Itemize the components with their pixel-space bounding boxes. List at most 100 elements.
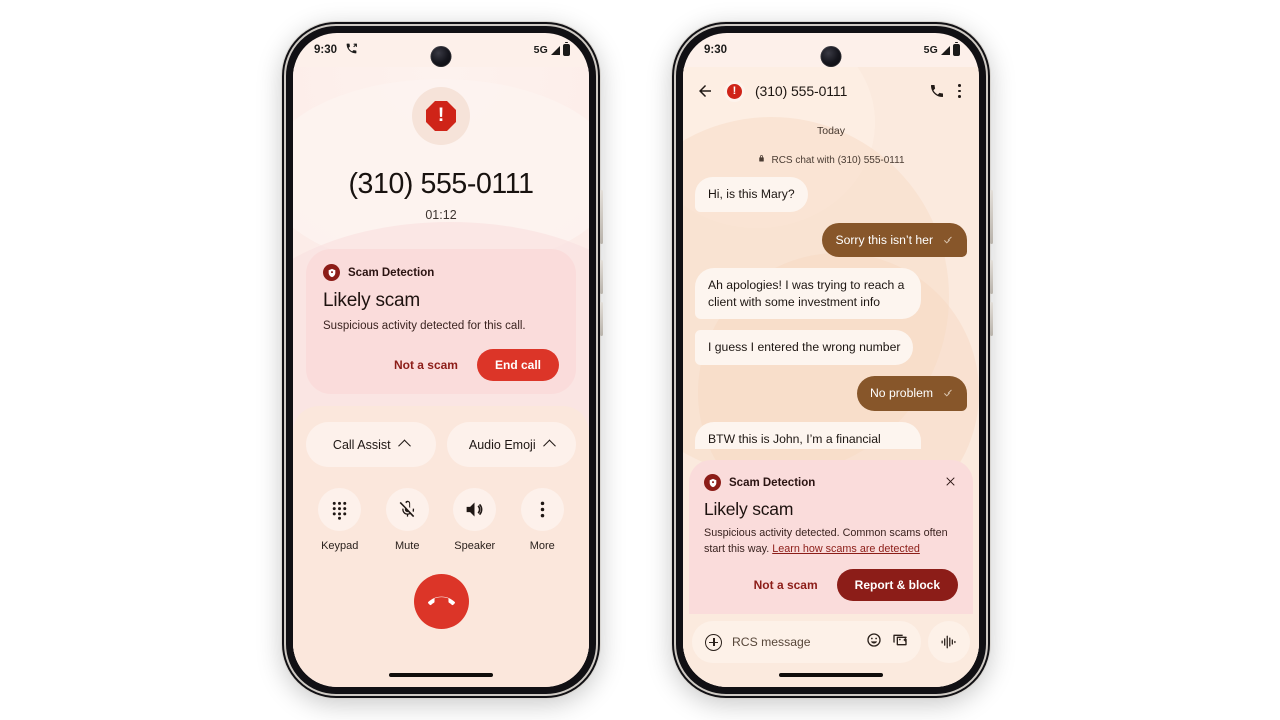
- screenshot-stage: 9:30 5G ! (310) 555-0111 01:12 Scam Dete…: [0, 0, 1280, 720]
- power-button[interactable]: [600, 190, 603, 244]
- signal-bars-icon: [941, 45, 950, 55]
- scam-banner-header: Scam Detection: [704, 474, 958, 492]
- call-assist-label: Call Assist: [332, 437, 391, 452]
- message-bubble-outgoing: No problem: [857, 375, 967, 411]
- call-controls-panel: Call Assist Audio Emoji Keypad Mute Spea…: [293, 406, 589, 663]
- not-a-scam-button[interactable]: Not a scam: [741, 570, 831, 600]
- avatar: !: [412, 87, 470, 145]
- message-row: No problem: [695, 375, 967, 411]
- speaker-icon: [453, 488, 497, 531]
- audio-emoji-label: Audio Emoji: [468, 437, 536, 452]
- chat-title: (310) 555-0111: [755, 83, 848, 99]
- phone-device-call: 9:30 5G ! (310) 555-0111 01:12 Scam Dete…: [282, 22, 603, 698]
- call-end-icon: [427, 587, 455, 617]
- volume-down-button[interactable]: [990, 302, 993, 336]
- scam-detection-banner: Scam Detection Likely scam Suspicious ac…: [689, 460, 973, 614]
- message-bubble-incoming: Hi, is this Mary?: [695, 177, 808, 212]
- caller-number: (310) 555-0111: [348, 168, 534, 200]
- phone-device-chat: 9:30 5G ! (310) 555-0111 Today RCS chat …: [672, 22, 993, 698]
- double-check-icon: [942, 234, 954, 246]
- more-label: More: [529, 540, 555, 552]
- call-screen: 9:30 5G ! (310) 555-0111 01:12 Scam Dete…: [293, 33, 589, 687]
- end-call-row: [306, 574, 576, 629]
- scam-banner-label: Scam Detection: [729, 476, 816, 489]
- chat-content: ! (310) 555-0111 Today RCS chat with (31…: [683, 67, 979, 687]
- close-icon[interactable]: [942, 473, 959, 493]
- scam-banner-title: Likely scam: [704, 499, 794, 520]
- audio-emoji-chip[interactable]: Audio Emoji: [446, 422, 576, 467]
- report-and-block-button[interactable]: Report & block: [836, 569, 958, 601]
- battery-icon: [563, 41, 570, 56]
- scam-banner-actions: Not a scam Report & block: [704, 569, 958, 601]
- volume-down-button[interactable]: [600, 302, 603, 336]
- message-bubble-incoming: I guess I entered the wrong number: [695, 330, 914, 365]
- message-row: Ah apologies! I was trying to reach a cl…: [695, 268, 967, 320]
- chevron-up-icon: [397, 439, 411, 453]
- speaker-label: Speaker: [454, 540, 496, 552]
- message-row: Hi, is this Mary?: [695, 177, 967, 212]
- network-label: 5G: [533, 44, 548, 56]
- more-vertical-icon[interactable]: [955, 81, 964, 100]
- mute-button[interactable]: Mute: [374, 488, 442, 552]
- learn-more-link[interactable]: Learn how scams are detected: [772, 543, 920, 555]
- scam-card-actions: Not a scam End call: [323, 348, 559, 381]
- gallery-icon[interactable]: [892, 632, 908, 653]
- speaker-button[interactable]: Speaker: [441, 488, 509, 552]
- message-row: Sorry this isn’t her: [695, 222, 967, 258]
- power-button[interactable]: [990, 190, 993, 244]
- scam-card-header: Scam Detection: [323, 264, 559, 281]
- message-bubble-incoming: Ah apologies! I was trying to reach a cl…: [695, 268, 921, 320]
- battery-icon: [953, 41, 960, 56]
- call-timer: 01:12: [425, 208, 457, 222]
- volume-up-button[interactable]: [600, 260, 603, 294]
- rcs-note-text: RCS chat with (310) 555-0111: [771, 154, 905, 166]
- day-label: Today: [816, 125, 846, 137]
- mute-label: Mute: [395, 540, 420, 552]
- more-button[interactable]: More: [509, 488, 577, 552]
- caller-info: ! (310) 555-0111 01:12: [293, 67, 589, 222]
- voice-waveform-icon[interactable]: [928, 621, 970, 663]
- message-list: Today RCS chat with (310) 555-0111 Hi, i…: [683, 115, 979, 450]
- mic-off-icon: [385, 488, 429, 531]
- call-content: ! (310) 555-0111 01:12 Scam Detection Li…: [293, 67, 589, 663]
- keypad-label: Keypad: [321, 540, 359, 552]
- end-call-card-button[interactable]: End call: [476, 348, 559, 381]
- dialpad-icon: [318, 488, 362, 531]
- back-arrow-icon[interactable]: [696, 82, 714, 100]
- home-indicator[interactable]: [293, 663, 589, 687]
- status-time: 9:30: [314, 44, 338, 56]
- network-label: 5G: [923, 44, 938, 56]
- message-text: Sorry this isn’t her: [835, 232, 933, 247]
- plus-circle-icon[interactable]: [705, 633, 722, 651]
- call-assist-chip[interactable]: Call Assist: [306, 422, 436, 467]
- message-row: BTW this is John, I’m a financial adviso…: [695, 421, 967, 450]
- phone-in-talk-icon: [345, 42, 358, 58]
- status-time: 9:30: [704, 44, 728, 56]
- not-a-scam-button[interactable]: Not a scam: [381, 350, 471, 380]
- scam-alert-icon: !: [724, 80, 745, 102]
- message-composer: RCS message: [683, 614, 979, 663]
- chat-header: ! (310) 555-0111: [683, 67, 979, 115]
- message-bubble-outgoing: Sorry this isn’t her: [822, 222, 967, 258]
- scam-octagon-icon: !: [426, 101, 456, 131]
- scam-banner-body: Suspicious activity detected. Common sca…: [704, 526, 958, 557]
- message-input-pill[interactable]: RCS message: [692, 621, 921, 663]
- signal-bars-icon: [551, 45, 560, 55]
- message-row: I guess I entered the wrong number: [695, 330, 967, 365]
- assist-chip-row: Call Assist Audio Emoji: [306, 422, 576, 467]
- scam-shield-icon: [704, 474, 721, 492]
- end-call-button[interactable]: [413, 574, 469, 629]
- call-control-row: Keypad Mute Speaker More: [306, 488, 576, 552]
- scam-card-label: Scam Detection: [348, 266, 435, 279]
- scam-card-title: Likely scam: [323, 290, 421, 311]
- message-text: No problem: [870, 385, 933, 400]
- keypad-button[interactable]: Keypad: [306, 488, 374, 552]
- phone-icon[interactable]: [929, 83, 945, 99]
- scam-card-body: Suspicious activity detected for this ca…: [323, 320, 526, 332]
- emoji-icon[interactable]: [866, 632, 882, 653]
- scam-shield-icon: [323, 264, 340, 281]
- chevron-up-icon: [542, 439, 556, 453]
- message-bubble-incoming: BTW this is John, I’m a financial adviso…: [695, 421, 921, 450]
- volume-up-button[interactable]: [990, 260, 993, 294]
- message-input-placeholder: RCS message: [732, 635, 811, 649]
